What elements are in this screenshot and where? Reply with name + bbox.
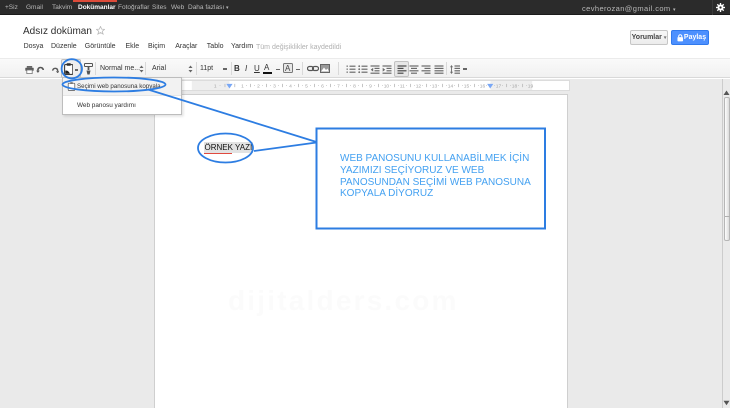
svg-text:6: 6	[321, 83, 324, 89]
svg-text:15: 15	[464, 83, 470, 89]
svg-text:12: 12	[416, 83, 422, 89]
svg-text:16: 16	[480, 83, 486, 89]
svg-text:18: 18	[512, 83, 518, 89]
svg-text:17: 17	[496, 83, 502, 89]
svg-text:3: 3	[273, 83, 276, 89]
svg-text:8: 8	[353, 83, 356, 89]
svg-text:1: 1	[214, 83, 217, 89]
svg-text:7: 7	[337, 83, 340, 89]
svg-text:14: 14	[448, 83, 454, 89]
svg-text:2: 2	[257, 83, 260, 89]
svg-text:A: A	[285, 64, 291, 73]
svg-text:10: 10	[384, 83, 390, 89]
svg-text:13: 13	[432, 83, 438, 89]
svg-text:1: 1	[241, 83, 244, 89]
svg-text:5: 5	[305, 83, 308, 89]
svg-text:19: 19	[528, 83, 534, 89]
svg-text:4: 4	[289, 83, 292, 89]
svg-text:11: 11	[400, 83, 405, 89]
svg-text:9: 9	[369, 83, 372, 89]
